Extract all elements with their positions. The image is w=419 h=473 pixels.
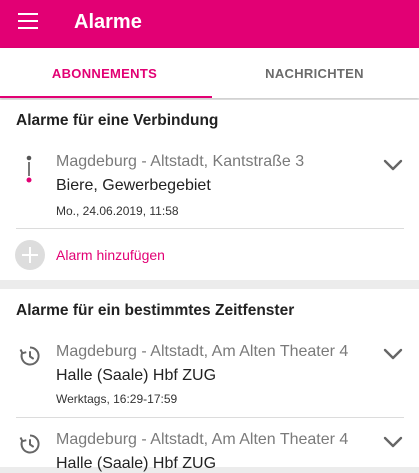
tab-nachrichten[interactable]: NACHRICHTEN xyxy=(210,48,419,98)
add-circle-icon[interactable] xyxy=(15,240,45,270)
chevron-down-icon[interactable] xyxy=(383,158,403,172)
chevron-down-icon[interactable] xyxy=(383,347,403,361)
active-tab-indicator xyxy=(0,96,212,98)
alarm-destination: Halle (Saale) Hbf ZUG xyxy=(56,455,217,472)
alarm-origin: Magdeburg - Altstadt, Kantstraße 3 xyxy=(56,153,305,170)
recurring-clock-icon xyxy=(19,346,40,366)
connection-alarms-card: Alarme für eine Verbindung Magdeburg - A… xyxy=(0,100,419,280)
tab-abonnements[interactable]: ABONNEMENTS xyxy=(0,48,209,98)
chevron-down-icon[interactable] xyxy=(383,435,403,449)
tab-bar: ABONNEMENTS NACHRICHTEN xyxy=(0,48,419,98)
page-title: Alarme xyxy=(74,11,142,33)
section-title-timewindow: Alarme für ein bestimmtes Zeitfenster xyxy=(16,302,295,319)
alarm-time: Werktags, 16:29-17:59 xyxy=(56,392,178,406)
divider xyxy=(16,228,404,229)
section-title-connection: Alarme für eine Verbindung xyxy=(16,112,219,129)
alarm-time: Mo., 24.06.2019, 11:58 xyxy=(56,204,179,218)
alarm-origin: Magdeburg - Altstadt, Am Alten Theater 4 xyxy=(56,431,349,448)
app-bar: Alarme xyxy=(0,0,419,48)
recurring-clock-icon xyxy=(19,434,40,454)
alarm-origin: Magdeburg - Altstadt, Am Alten Theater 4 xyxy=(56,343,349,360)
divider xyxy=(16,417,404,418)
hamburger-menu-icon[interactable] xyxy=(18,13,38,31)
alarm-destination: Halle (Saale) Hbf ZUG xyxy=(56,367,217,384)
timewindow-alarms-card: Alarme für ein bestimmtes Zeitfenster Ma… xyxy=(0,289,419,472)
alarm-destination: Biere, Gewerbegebiet xyxy=(56,177,211,194)
connection-route-icon xyxy=(26,155,32,183)
add-alarm-button[interactable]: Alarm hinzufügen xyxy=(56,247,165,263)
